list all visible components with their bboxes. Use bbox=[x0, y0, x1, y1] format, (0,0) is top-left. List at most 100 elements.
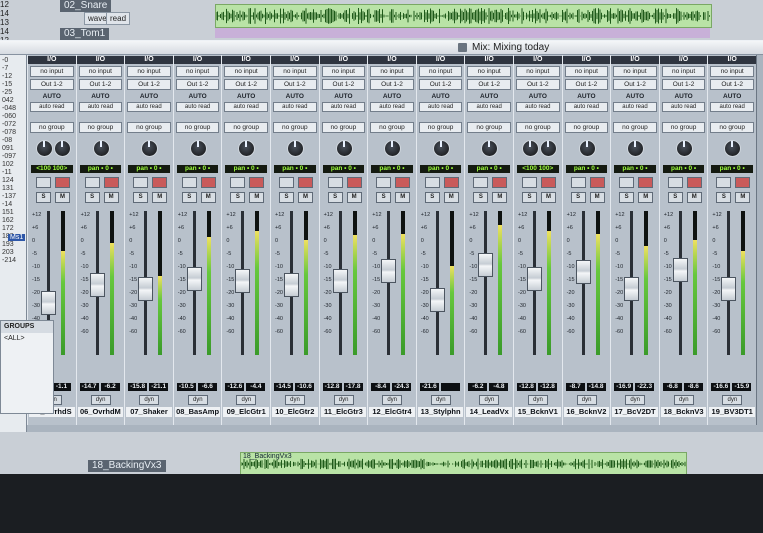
pan-knob[interactable] bbox=[141, 140, 159, 157]
locator-item[interactable]: -14 bbox=[2, 201, 16, 209]
mute-button[interactable]: M bbox=[686, 192, 702, 203]
pan-knob[interactable] bbox=[675, 140, 693, 157]
solo-button[interactable]: S bbox=[570, 192, 586, 203]
automation-mode-selector[interactable]: auto read bbox=[418, 102, 463, 112]
mute-button[interactable]: M bbox=[152, 192, 168, 203]
solo-button[interactable]: S bbox=[522, 192, 537, 203]
locator-item[interactable]: -137 bbox=[2, 193, 16, 201]
automation-mode-selector[interactable]: auto read bbox=[710, 102, 754, 112]
dyn-button[interactable]: dyn bbox=[333, 395, 354, 405]
output-selector[interactable]: Out 1-2 bbox=[175, 79, 220, 90]
track-name-plate[interactable]: 07_Shaker bbox=[126, 407, 172, 417]
automation-mode-selector[interactable]: auto read bbox=[78, 102, 123, 112]
input-monitor-button[interactable] bbox=[36, 177, 51, 188]
record-enable-button[interactable] bbox=[55, 177, 70, 188]
automation-mode-selector[interactable]: auto read bbox=[467, 102, 511, 112]
track-name-plate[interactable]: 13_Stylphn bbox=[417, 407, 464, 417]
group-selector[interactable]: no group bbox=[370, 122, 414, 133]
dyn-button[interactable]: dyn bbox=[576, 395, 597, 405]
locator-item[interactable]: -08 bbox=[2, 137, 16, 145]
track-name-plate[interactable]: 17_BcV2DT bbox=[612, 407, 658, 417]
output-selector[interactable]: Out 1-2 bbox=[30, 79, 74, 90]
ms1-label[interactable]: Ms1 bbox=[8, 234, 26, 241]
automation-mode-selector[interactable]: auto read bbox=[516, 102, 560, 112]
pan-knob-left[interactable] bbox=[36, 140, 53, 157]
track-name-tom1[interactable]: 03_Tom1 bbox=[60, 28, 110, 40]
mute-button[interactable]: M bbox=[55, 192, 70, 203]
output-selector[interactable]: Out 1-2 bbox=[710, 79, 754, 90]
track-name-plate[interactable]: 10_ElcGtr2 bbox=[272, 407, 318, 417]
input-monitor-button[interactable] bbox=[181, 177, 197, 188]
locator-item[interactable]: -097 bbox=[2, 153, 16, 161]
input-monitor-button[interactable] bbox=[424, 177, 440, 188]
pan-knob-right[interactable] bbox=[54, 140, 71, 157]
pan-knob[interactable] bbox=[92, 140, 110, 157]
input-selector[interactable]: no input bbox=[127, 66, 171, 77]
track-name-backingvx3[interactable]: 18_BackingVx3 bbox=[88, 460, 166, 472]
locator-item[interactable]: -15 bbox=[2, 81, 16, 89]
output-selector[interactable]: Out 1-2 bbox=[418, 79, 463, 90]
pan-knob[interactable] bbox=[238, 140, 256, 157]
locator-item[interactable]: 162 bbox=[2, 217, 16, 225]
record-enable-button[interactable] bbox=[492, 177, 508, 188]
track-automation-button[interactable]: read bbox=[106, 12, 131, 25]
locator-item[interactable]: -214 bbox=[2, 257, 16, 265]
mute-button[interactable]: M bbox=[735, 192, 751, 203]
input-selector[interactable]: no input bbox=[710, 66, 754, 77]
locator-item[interactable]: 042 bbox=[2, 97, 16, 105]
track-name-plate[interactable]: 14_LeadVx bbox=[466, 407, 512, 417]
group-selector[interactable]: no group bbox=[613, 122, 657, 133]
solo-button[interactable]: S bbox=[279, 192, 294, 203]
pan-knob[interactable] bbox=[189, 140, 207, 157]
mute-button[interactable]: M bbox=[200, 192, 216, 203]
output-selector[interactable]: Out 1-2 bbox=[661, 79, 706, 90]
locator-item[interactable]: -25 bbox=[2, 89, 16, 97]
output-selector[interactable]: Out 1-2 bbox=[370, 79, 414, 90]
locator-item[interactable]: 102 bbox=[2, 161, 16, 169]
mute-button[interactable]: M bbox=[395, 192, 411, 203]
input-monitor-button[interactable] bbox=[279, 177, 294, 188]
dyn-button[interactable]: dyn bbox=[285, 395, 305, 405]
group-selector[interactable]: no group bbox=[224, 122, 268, 133]
locator-item[interactable]: -7 bbox=[2, 65, 16, 73]
group-selector[interactable]: no group bbox=[661, 122, 706, 133]
pan-knob-right[interactable] bbox=[540, 140, 557, 157]
output-selector[interactable]: Out 1-2 bbox=[273, 79, 317, 90]
record-enable-button[interactable] bbox=[298, 177, 313, 188]
input-selector[interactable]: no input bbox=[661, 66, 706, 77]
volume-fader[interactable] bbox=[89, 273, 105, 297]
group-selector[interactable]: no group bbox=[710, 122, 754, 133]
solo-button[interactable]: S bbox=[473, 192, 489, 203]
input-monitor-button[interactable] bbox=[473, 177, 489, 188]
pan-knob[interactable] bbox=[627, 140, 645, 157]
input-selector[interactable]: no input bbox=[273, 66, 317, 77]
output-selector[interactable]: Out 1-2 bbox=[516, 79, 560, 90]
solo-button[interactable]: S bbox=[133, 192, 149, 203]
track-name-plate[interactable]: 19_BV3DT1 bbox=[709, 407, 755, 417]
locator-item[interactable]: -060 bbox=[2, 113, 16, 121]
volume-fader[interactable] bbox=[478, 253, 494, 277]
solo-button[interactable]: S bbox=[619, 192, 635, 203]
track-name-plate[interactable]: 09_ElcGtr1 bbox=[223, 407, 269, 417]
track-name-snare[interactable]: 02_Snare bbox=[60, 0, 112, 12]
mute-button[interactable]: M bbox=[638, 192, 654, 203]
pan-knob[interactable] bbox=[335, 140, 353, 157]
dyn-button[interactable]: dyn bbox=[673, 395, 694, 405]
track-name-plate[interactable]: 08_BasAmp bbox=[174, 407, 221, 417]
input-selector[interactable]: no input bbox=[175, 66, 220, 77]
group-selector[interactable]: no group bbox=[418, 122, 463, 133]
automation-mode-selector[interactable]: auto read bbox=[30, 102, 74, 112]
volume-fader[interactable] bbox=[41, 291, 56, 315]
solo-button[interactable]: S bbox=[667, 192, 683, 203]
pan-knob[interactable] bbox=[724, 140, 742, 157]
input-monitor-button[interactable] bbox=[133, 177, 149, 188]
dyn-button[interactable]: dyn bbox=[236, 395, 257, 405]
mute-button[interactable]: M bbox=[443, 192, 459, 203]
dyn-button[interactable]: dyn bbox=[382, 395, 403, 405]
record-enable-button[interactable] bbox=[686, 177, 702, 188]
waveform-lane[interactable]: 18_BackingVx3 bbox=[240, 452, 687, 476]
dyn-button[interactable]: dyn bbox=[479, 395, 500, 405]
input-selector[interactable]: no input bbox=[564, 66, 609, 77]
input-selector[interactable]: no input bbox=[30, 66, 74, 77]
mix-titlebar[interactable]: Mix: Mixing today bbox=[0, 41, 763, 55]
